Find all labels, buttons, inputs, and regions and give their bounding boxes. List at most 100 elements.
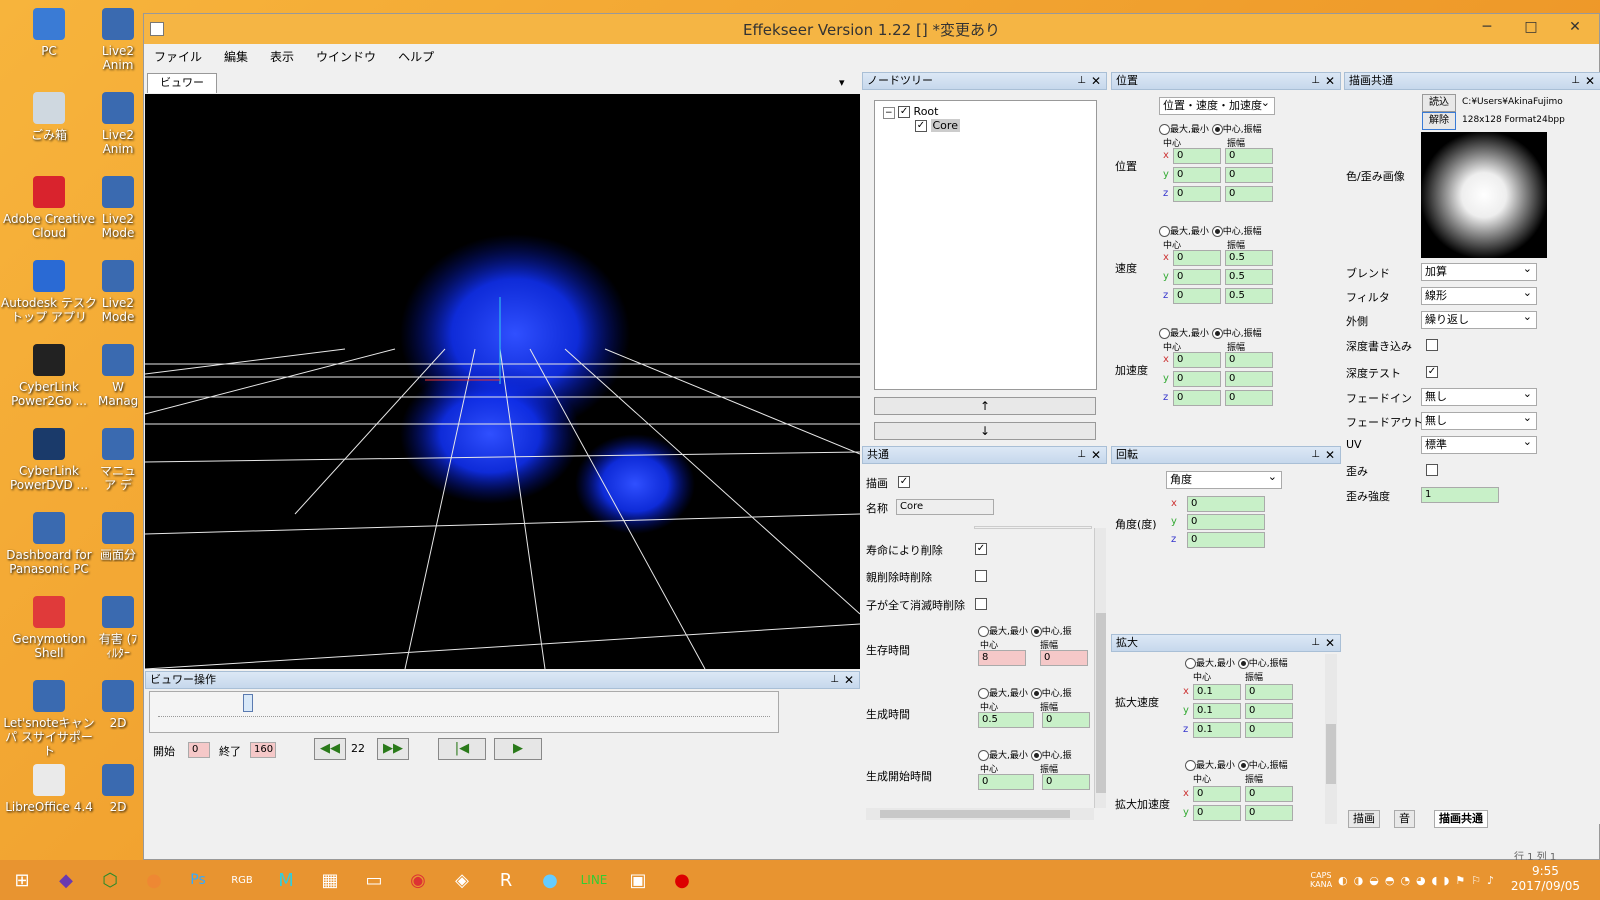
pos-x-amp-input[interactable]: 0: [1225, 148, 1273, 164]
close-icon[interactable]: ✕: [1325, 635, 1335, 651]
distortion-strength-input[interactable]: 1: [1421, 487, 1499, 503]
root-visible-checkbox[interactable]: ✓: [898, 106, 911, 118]
scale-speed-x-center[interactable]: 0.1: [1193, 684, 1241, 700]
vel-z-amp-input[interactable]: 0.5: [1225, 288, 1273, 304]
scale-center-radio[interactable]: [1237, 658, 1249, 669]
pos-minmax-radio[interactable]: [1159, 124, 1170, 135]
desktop-icon[interactable]: Live2 Mode: [98, 260, 138, 324]
scroll-thumb[interactable]: [1326, 724, 1336, 784]
pos-z-center-input[interactable]: 0: [1173, 186, 1221, 202]
child-delete-checkbox[interactable]: [975, 598, 987, 610]
core-visible-checkbox[interactable]: ✓: [915, 120, 927, 132]
fadein-select[interactable]: 無し: [1421, 386, 1537, 406]
close-icon[interactable]: ✕: [1585, 73, 1595, 89]
acc-z-center-input[interactable]: 0: [1173, 390, 1221, 406]
rewind-button[interactable]: ◀◀: [314, 738, 346, 760]
app-icon[interactable]: ●: [528, 862, 572, 898]
menu-file[interactable]: ファイル: [154, 48, 202, 65]
folder-icon[interactable]: ▭: [352, 862, 396, 898]
pin-icon[interactable]: ⊥: [830, 672, 839, 688]
desktop-icon[interactable]: LibreOffice 4.4: [0, 764, 98, 814]
acc-minmax-radio[interactable]: [1159, 328, 1170, 339]
maya-icon[interactable]: M: [264, 862, 308, 898]
fadeout-select[interactable]: 無し: [1421, 410, 1537, 430]
desktop-icon[interactable]: Genymotion Shell: [0, 596, 98, 660]
desktop-icon[interactable]: PC: [0, 8, 98, 58]
scale-accel-center-radio[interactable]: [1237, 760, 1249, 771]
depth-write-checkbox[interactable]: [1426, 339, 1438, 351]
tab-sound[interactable]: 音: [1394, 810, 1415, 828]
tab-viewer[interactable]: ビュワー: [147, 73, 217, 93]
unload-texture-button[interactable]: 解除: [1422, 112, 1456, 130]
common-hscrollbar[interactable]: [866, 808, 1094, 820]
acc-y-amp-input[interactable]: 0: [1225, 371, 1273, 387]
acc-z-amp-input[interactable]: 0: [1225, 390, 1273, 406]
scale-accel-x-amp[interactable]: 0: [1245, 786, 1293, 802]
rgb-checker-icon[interactable]: RGB: [220, 862, 264, 898]
life-minmax-radio[interactable]: [978, 626, 989, 637]
desktop-icon[interactable]: 画面分: [98, 512, 138, 562]
desktop-icon[interactable]: Live2 Mode: [98, 176, 138, 240]
draw-checkbox[interactable]: ✓: [898, 476, 910, 488]
scale-accel-minmax-radio[interactable]: [1185, 760, 1196, 771]
app-icon[interactable]: ▣: [616, 862, 660, 898]
blend-select[interactable]: 加算: [1421, 261, 1537, 281]
scale-accel-y-center[interactable]: 0: [1193, 805, 1241, 821]
desktop-icon[interactable]: CyberLink Power2Go ...: [0, 344, 98, 408]
menu-help[interactable]: ヘルプ: [398, 48, 434, 65]
desktop-icon[interactable]: CyberLink PowerDVD ...: [0, 428, 98, 492]
rotation-x-input[interactable]: 0: [1187, 496, 1265, 512]
start-button[interactable]: ⊞: [0, 862, 44, 898]
app-icon[interactable]: R: [484, 862, 528, 898]
pin-icon[interactable]: ⊥: [1311, 73, 1320, 89]
node-tree-view[interactable]: − ✓ Root ✓ Core: [874, 100, 1097, 390]
title-bar[interactable]: Effekseer Version 1.22 [] *変更あり ─ □ ✕: [144, 14, 1599, 44]
desktop-icon[interactable]: 有害 (ﾌｨﾙﾀｰ: [98, 596, 138, 660]
close-icon[interactable]: ✕: [1325, 447, 1335, 463]
desktop-icon[interactable]: 2D: [98, 680, 138, 730]
visual-studio-icon[interactable]: ◆: [44, 862, 88, 898]
close-icon[interactable]: ✕: [1325, 73, 1335, 89]
collapse-icon[interactable]: −: [883, 107, 895, 119]
acc-x-center-input[interactable]: 0: [1173, 352, 1221, 368]
skip-start-button[interactable]: |◀: [438, 738, 486, 760]
gen-minmax-radio[interactable]: [978, 688, 989, 699]
life-center-radio[interactable]: [1030, 626, 1042, 637]
film-icon[interactable]: ▦: [308, 862, 352, 898]
vel-x-center-input[interactable]: 0: [1173, 250, 1221, 266]
vel-z-center-input[interactable]: 0: [1173, 288, 1221, 304]
menu-view[interactable]: 表示: [270, 48, 294, 65]
acc-y-center-input[interactable]: 0: [1173, 371, 1221, 387]
record-icon[interactable]: ●: [660, 862, 704, 898]
rotation-y-input[interactable]: 0: [1187, 514, 1265, 530]
scale-speed-y-amp[interactable]: 0: [1245, 703, 1293, 719]
minimize-button[interactable]: ─: [1465, 14, 1509, 42]
gen-center-input[interactable]: 0.5: [978, 712, 1034, 728]
photoshop-icon[interactable]: Ps: [176, 862, 220, 898]
name-input[interactable]: Core: [896, 499, 994, 515]
desktop-icon[interactable]: ごみ箱: [0, 92, 98, 142]
close-icon[interactable]: ✕: [844, 672, 854, 688]
pin-icon[interactable]: ⊥: [1311, 447, 1320, 463]
pos-z-amp-input[interactable]: 0: [1225, 186, 1273, 202]
gen-center-radio[interactable]: [1030, 688, 1042, 699]
desktop-icon[interactable]: Adobe Creative Cloud: [0, 176, 98, 240]
timeline-track[interactable]: [149, 691, 779, 733]
scale-vscrollbar[interactable]: [1325, 654, 1337, 824]
desktop-icon[interactable]: 2D: [98, 764, 138, 814]
scale-minmax-radio[interactable]: [1185, 658, 1196, 669]
clock[interactable]: 9:55 2017/09/05: [1511, 864, 1580, 894]
desktop-icon[interactable]: マニュア デ: [98, 428, 138, 492]
pos-y-center-input[interactable]: 0: [1173, 167, 1221, 183]
tab-render-common[interactable]: 描画共通: [1434, 810, 1488, 828]
app-icon[interactable]: ●: [132, 862, 176, 898]
start-amp-input[interactable]: 0: [1042, 774, 1090, 790]
rotation-z-input[interactable]: 0: [1187, 532, 1265, 548]
scale-speed-y-center[interactable]: 0.1: [1193, 703, 1241, 719]
load-texture-button[interactable]: 読込: [1422, 94, 1456, 112]
start-center-radio[interactable]: [1030, 750, 1042, 761]
start-minmax-radio[interactable]: [978, 750, 989, 761]
life-delete-checkbox[interactable]: ✓: [975, 543, 987, 555]
vel-y-center-input[interactable]: 0: [1173, 269, 1221, 285]
rotation-mode-select[interactable]: 角度: [1166, 469, 1282, 489]
